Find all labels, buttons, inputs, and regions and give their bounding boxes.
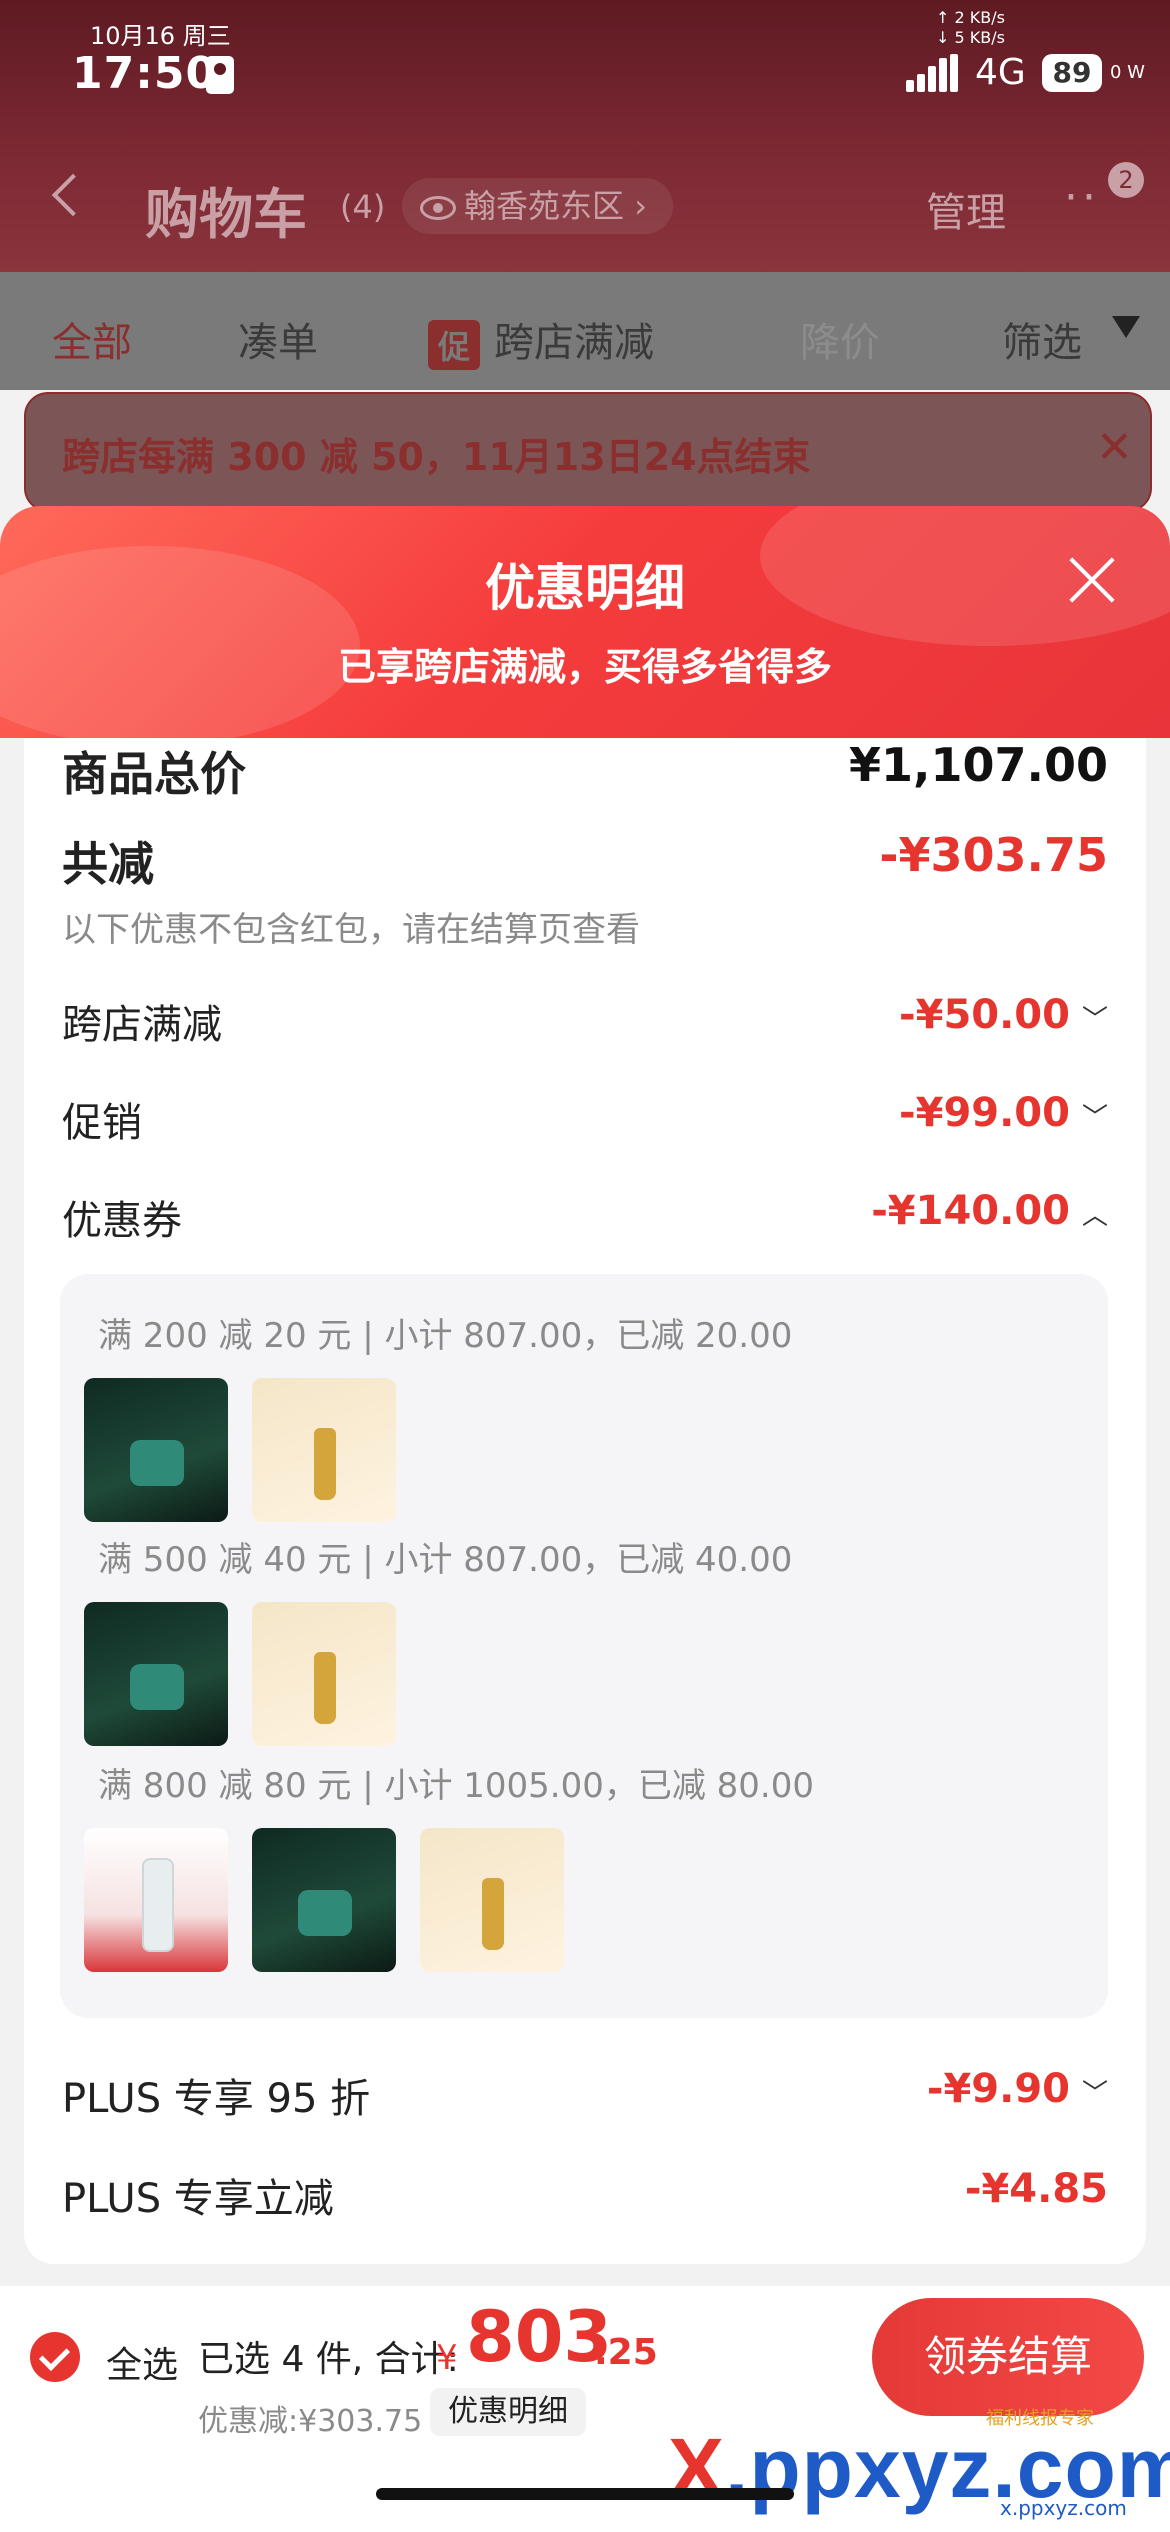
product-thumbnail-serum[interactable]: [252, 1602, 396, 1746]
row-cross-store-label: 跨店满减: [62, 1002, 222, 1048]
page-title: 购物车: [145, 183, 307, 246]
product-jar: [130, 1440, 184, 1486]
sheet-subtitle: 已享跨店满减，买得多省得多: [337, 645, 832, 689]
app-header-background: 10月16 周三 17:50 ↑ 2 KB/s ↓ 5 KB/s 4G 89 0…: [0, 0, 1170, 272]
eye-icon: [420, 196, 456, 220]
row-plus-instant-label: PLUS 专享立减: [62, 2176, 334, 2222]
battery-icon: 89: [1042, 54, 1102, 92]
product-thumbnail-serum[interactable]: [252, 1378, 396, 1522]
status-date: 10月16 周三: [90, 22, 231, 50]
row-cross-store-value[interactable]: -¥50.00 ﹀: [899, 992, 1108, 1038]
total-amount-integer: 803: [466, 2296, 613, 2378]
filter-icon[interactable]: [1112, 316, 1140, 338]
product-jar: [130, 1664, 184, 1710]
checkout-button[interactable]: 领券结算: [872, 2298, 1144, 2416]
chevron-down-icon: ﹀: [1081, 2078, 1108, 2109]
tab-all[interactable]: 全部: [52, 310, 132, 368]
manage-button[interactable]: 管理: [926, 180, 1006, 238]
power-readout: 0 W: [1110, 62, 1145, 83]
total-amount-decimal: .25: [594, 2332, 658, 2373]
row-coupon-label: 优惠券: [62, 1198, 182, 1244]
watermark-x: X: [668, 2421, 726, 2515]
discount-detail-button[interactable]: 优惠明细: [430, 2388, 586, 2436]
product-jar: [298, 1890, 352, 1936]
chevron-down-icon: ﹀: [1081, 1004, 1108, 1035]
cross-store-amount: -¥50.00: [899, 992, 1070, 1038]
tab-filter[interactable]: 筛选: [1002, 310, 1082, 368]
select-all-label[interactable]: 全选: [106, 2336, 178, 2388]
back-arrow-icon[interactable]: [51, 173, 95, 217]
home-indicator[interactable]: [376, 2488, 794, 2500]
tab-price-drop[interactable]: 降价: [800, 310, 880, 368]
tab-combine[interactable]: 凑单: [238, 310, 318, 368]
product-tube: [142, 1858, 174, 1952]
coupon-tier-1: 满 200 减 20 元 | 小计 807.00，已减 20.00: [98, 1316, 793, 1356]
network-speed: ↑ 2 KB/s ↓ 5 KB/s: [936, 8, 1005, 48]
product-thumbnail-lotion[interactable]: [84, 1828, 228, 1972]
total-price-value: ¥1,107.00: [849, 738, 1108, 792]
plus-discount-amount: -¥9.90: [926, 2066, 1070, 2112]
row-promotion-label: 促销: [62, 1100, 142, 1146]
discount-sheet-header: 优惠明细 已享跨店满减，买得多省得多: [0, 506, 1170, 738]
chevron-up-icon: ︿: [1081, 1200, 1108, 1231]
product-thumbnail-cream[interactable]: [252, 1828, 396, 1972]
chevron-right-icon: ›: [624, 187, 647, 225]
close-icon[interactable]: [1062, 550, 1122, 610]
coupon-tier-3: 满 800 减 80 元 | 小计 1005.00，已减 80.00: [98, 1766, 815, 1806]
sheet-title: 优惠明细: [485, 559, 685, 617]
select-all-checkbox[interactable]: [30, 2332, 80, 2382]
product-thumbnail-serum[interactable]: [420, 1828, 564, 1972]
watermark-url: x.ppxyz.com: [1000, 2496, 1127, 2520]
cart-count: (4): [340, 188, 386, 226]
filter-tabs: 全部 凑单 促跨店满减 降价 筛选: [0, 272, 1170, 390]
download-speed: ↓ 5 KB/s: [936, 28, 1005, 47]
coupon-tier-2: 满 500 减 40 元 | 小计 807.00，已减 40.00: [98, 1540, 793, 1580]
discount-sheet-body: 商品总价 ¥1,107.00 共减 -¥303.75 以下优惠不包含红包，请在结…: [24, 738, 1146, 2264]
signal-icon: [906, 54, 958, 92]
row-plus-discount-value[interactable]: -¥9.90 ﹀: [927, 2066, 1108, 2112]
close-icon[interactable]: ✕: [1096, 422, 1133, 473]
upload-speed: ↑ 2 KB/s: [936, 8, 1005, 27]
product-bottle: [314, 1428, 336, 1500]
coupon-detail-box: 满 200 减 20 元 | 小计 807.00，已减 20.00 满 500 …: [60, 1274, 1108, 2018]
network-type: 4G: [975, 52, 1026, 93]
notification-badge: 2: [1108, 162, 1144, 198]
promo-notice: 跨店每满 300 减 50，11月13日24点结束 ✕: [24, 392, 1152, 512]
tab-cross-store[interactable]: 促跨店满减: [428, 310, 654, 370]
discount-summary: 优惠减:¥303.75: [198, 2404, 423, 2439]
total-discount-value: -¥303.75: [879, 828, 1108, 882]
product-thumbnail-cream[interactable]: [84, 1378, 228, 1522]
location-label: 翰香苑东区: [464, 187, 625, 225]
chevron-down-icon: ﹀: [1081, 1102, 1108, 1133]
more-icon[interactable]: ··: [1064, 172, 1100, 223]
promo-chip: 促: [428, 320, 481, 370]
product-bottle: [482, 1878, 504, 1950]
promo-notice-text: 跨店每满 300 减 50，11月13日24点结束: [62, 435, 811, 479]
product-thumbnail-cream[interactable]: [84, 1602, 228, 1746]
coupon-amount: -¥140.00: [871, 1188, 1070, 1234]
location-selector[interactable]: 翰香苑东区 ›: [402, 178, 673, 234]
tab-cross-store-label: 跨店满减: [494, 320, 655, 366]
status-time: 17:50: [72, 48, 218, 99]
row-promotion-value[interactable]: -¥99.00 ﹀: [899, 1090, 1108, 1136]
watermark-tagline: 福利线报专家: [986, 2408, 1094, 2429]
total-currency: ¥: [436, 2338, 458, 2378]
row-plus-instant-value: -¥4.85: [964, 2166, 1108, 2212]
total-price-label: 商品总价: [62, 747, 246, 801]
discount-note: 以下优惠不包含红包，请在结算页查看: [62, 910, 640, 950]
total-discount-label: 共减: [62, 837, 154, 891]
promotion-amount: -¥99.00: [899, 1090, 1070, 1136]
product-bottle: [314, 1652, 336, 1724]
person-icon: [206, 56, 234, 94]
row-plus-discount-label: PLUS 专享 95 折: [62, 2076, 371, 2122]
selected-info: 已选 4 件, 合计:: [198, 2339, 459, 2380]
row-coupon-value[interactable]: -¥140.00 ︿: [871, 1188, 1108, 1234]
